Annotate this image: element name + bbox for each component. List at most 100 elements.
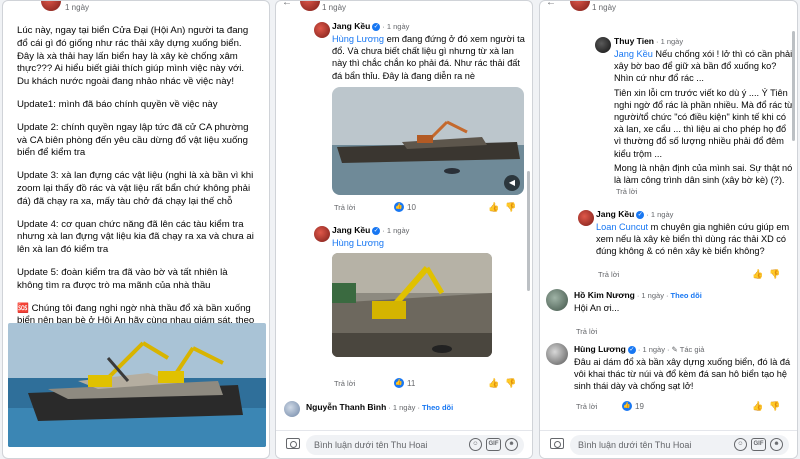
comment: Hồ Kim Nương · 1 ngày · Theo dõi Hội An ơi… [540,287,797,337]
like-icon: 👍 [622,401,632,411]
comment: Thuy Tien · 1 ngày Jang Kều Nếu chống xói… [540,35,797,205]
comment-composer: Bình luận dưới tên Thu Hoai ☺ GIF ☻ [276,430,532,458]
emoji-icon[interactable]: ☺ [734,438,747,451]
post-photo-barge-excavators[interactable] [8,323,266,447]
commenter-name[interactable]: Nguyễn Thanh Bình [306,402,386,412]
comment-bubble: Jang Kều ✓ · 1 ngày Hùng Lương [332,225,528,249]
comment-time: · 1 ngày [382,22,410,31]
reply-link[interactable]: Trả lời [598,270,619,279]
comment-bubble: Jang Kều ✓ · 1 ngày Hùng Lương em đang đứn… [332,21,528,82]
comment-bubble: Hùng Lương ✓ · 1 ngày · ✎ Tác giả Đâu ai dá… [574,344,794,393]
comment-text: Đâu ai dám đổ xà bần xây dựng xuống biển… [574,357,791,392]
author-avatar[interactable] [300,1,320,11]
comment: Jang Kều ✓ · 1 ngày Hùng Lương em đang đứn… [276,19,532,219]
comment-time: · 1 ngày · [388,403,420,412]
gif-icon[interactable]: GIF [486,438,501,451]
commenter-name[interactable]: Hùng Lương [574,344,626,354]
comment-time: · 1 ngày [656,37,684,46]
comment-bubble: Thuy Tien · 1 ngày Jang Kều Nếu chống xói… [614,36,794,186]
panel-header: ← 1 ngày [540,1,797,15]
like-icon: 👍 [394,378,404,388]
commenter-name[interactable]: Jang Kều [596,209,634,219]
comment: Jang Kều ✓ · 1 ngày Hùng Lương Trả lời 👍 11 [276,223,532,393]
mention-link[interactable]: Hùng Lương [332,238,384,248]
author-avatar[interactable] [41,1,61,11]
verified-icon: ✓ [372,226,381,235]
post-paragraph: Update 2: chính quyền ngay lập tức đã cử… [17,121,249,159]
reaction-count: 👍 19 [622,401,644,411]
post-panel: 1 ngày Lúc này, ngay tại biển Cửa Đại (H… [2,0,270,459]
like-icon: 👍 [394,202,404,212]
post-header: 1 ngày [3,1,269,15]
emoji-icon[interactable]: ☺ [469,438,482,451]
commenter-name[interactable]: Thuy Tien [614,36,654,46]
comments-panel: ← 1 ngày Jang Kều ✓ · 1 ngày Hùng Lương em… [275,0,533,459]
comment-composer: Bình luận dưới tên Thu Hoai ☺ GIF ☻ [540,430,797,458]
mention-link[interactable]: Jang Kều [614,49,653,59]
video-thumbnail [332,87,524,195]
verified-icon: ✓ [372,22,381,31]
reply-link[interactable]: Trả lời [616,187,637,196]
commenter-avatar[interactable] [546,343,568,365]
barge-photo [8,323,266,447]
mute-icon[interactable]: ◀ [504,175,520,191]
commenter-avatar[interactable] [284,401,300,417]
back-arrow-icon[interactable]: ← [546,1,556,8]
sticker-icon[interactable]: ☻ [770,438,783,451]
reply-link[interactable]: Trả lời [334,203,355,212]
gif-icon[interactable]: GIF [751,438,766,451]
back-arrow-icon[interactable]: ← [282,1,292,8]
commenter-avatar[interactable] [595,37,611,53]
mention-link[interactable]: Loan Cuncut [596,222,648,232]
post-paragraph: Lúc này, ngay tại biển Cửa Đại (Hội An) … [17,25,249,88]
commenter-avatar[interactable] [314,22,330,38]
commenter-name[interactable]: Jang Kều [332,225,370,235]
verified-icon: ✓ [636,210,645,219]
panel-header: ← 1 ngày [276,1,532,15]
comment: Hùng Lương ✓ · 1 ngày · ✎ Tác giả Đâu ai dá… [540,341,797,417]
comment-input[interactable]: Bình luận dưới tên Thu Hoai ☺ GIF ☻ [570,435,789,455]
comments-panel: ← 1 ngày Thuy Tien · 1 ngày Jang Kều Nếu … [539,0,798,459]
comment-text: Hội An ơi... [574,303,620,313]
reaction-count: 👍 10 [394,202,416,212]
follow-link[interactable]: Theo dõi [671,291,702,300]
camera-icon[interactable] [286,438,300,449]
commenter-name[interactable]: Hồ Kim Nương [574,290,635,300]
commenter-avatar[interactable] [314,226,330,242]
post-time: 1 ngày [322,3,347,12]
commenter-name[interactable]: Jang Kều [332,21,370,31]
scrollbar[interactable] [792,31,795,141]
camera-icon[interactable] [550,438,564,449]
comment-photo-excavator[interactable] [332,253,492,357]
like-dislike-buttons[interactable]: 👍👎 [752,401,786,412]
comment-time: · 1 ngày · [636,291,669,300]
author-avatar[interactable] [570,1,590,11]
comment-input[interactable]: Bình luận dưới tên Thu Hoai ☺ GIF ☻ [306,435,524,455]
commenter-avatar[interactable] [578,210,594,226]
comment-time: · 1 ngày · [637,345,670,354]
comment-bubble: Jang Kều ✓ · 1 ngày Loan Cuncut m chuyên g… [596,209,794,258]
like-dislike-buttons[interactable]: 👍👎 [488,378,522,389]
comment-time: · 1 ngày [382,226,410,235]
like-dislike-buttons[interactable]: 👍👎 [488,202,522,213]
scrollbar[interactable] [527,171,530,291]
commenter-avatar[interactable] [546,289,568,311]
comment-video-barge[interactable]: ◀ [332,87,524,195]
mention-link[interactable]: Hùng Lương [332,34,384,44]
comment: Jang Kều ✓ · 1 ngày Loan Cuncut m chuyên g… [540,208,797,283]
reply-link[interactable]: Trả lời [334,379,355,388]
sticker-icon[interactable]: ☻ [505,438,518,451]
post-time: 1 ngày [65,3,90,12]
post-paragraph: Update 5: đoàn kiểm tra đã vào bờ và tất… [17,266,228,291]
reply-link[interactable]: Trả lời [576,402,597,411]
comment-text: Mong là nhận định của mình sai. Sự thật … [614,162,793,186]
reaction-count: 👍 11 [394,378,416,388]
post-time: 1 ngày [592,3,617,12]
author-badge: ✎ Tác giả [671,345,705,354]
like-dislike-buttons[interactable]: 👍👎 [752,269,786,280]
comment-text: Tiên xin lỗi cm trước viết ko dù ý .... … [614,87,794,159]
excavator-photo [332,253,492,357]
reply-link[interactable]: Trả lời [576,327,597,336]
follow-link[interactable]: Theo dõi [422,403,453,412]
post-paragraph: Update1: mình đã báo chính quyền về việc… [17,98,218,110]
